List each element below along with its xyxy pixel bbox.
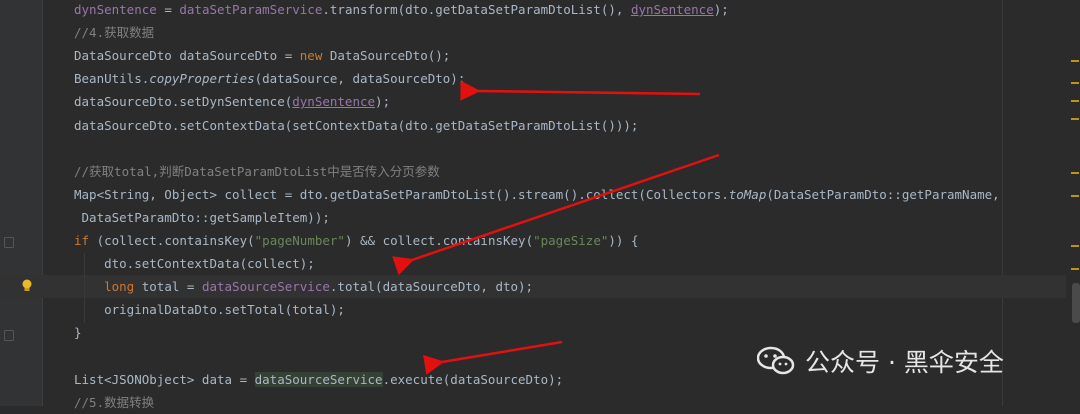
code-editor[interactable]: dynSentence = dataSetParamService.transf… <box>0 0 1080 410</box>
arrow-1 <box>460 80 701 101</box>
wechat-icon <box>757 346 795 375</box>
arrow-3 <box>423 340 563 375</box>
watermark: 公众号 · 黑伞安全 <box>757 341 1004 381</box>
watermark-text: 公众号 · 黑伞安全 <box>805 348 1004 377</box>
arrow-2 <box>392 153 720 276</box>
